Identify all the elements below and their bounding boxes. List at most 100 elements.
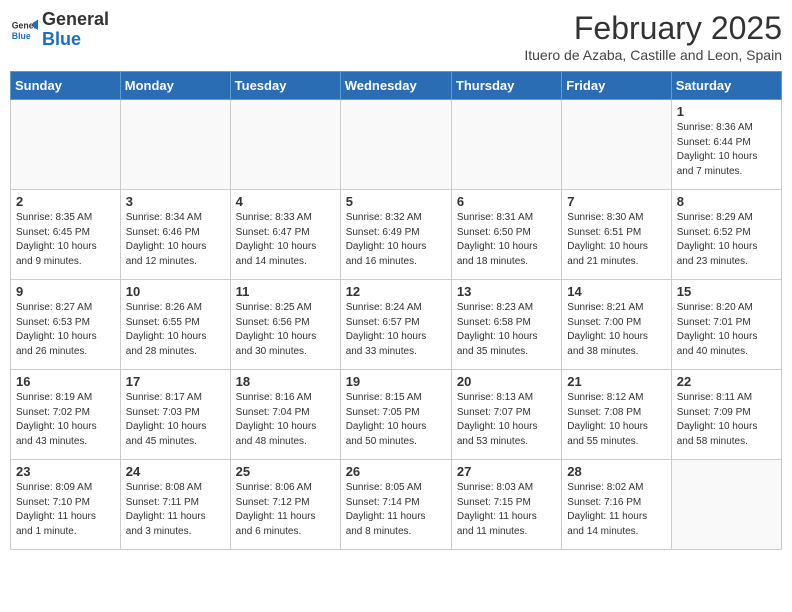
calendar-cell: 11 Sunrise: 8:25 AM Sunset: 6:56 PM Dayli…	[230, 280, 340, 370]
day-number: 21	[567, 374, 665, 389]
calendar-week-row: 1 Sunrise: 8:36 AM Sunset: 6:44 PM Daylig…	[11, 100, 782, 190]
calendar-day-header: Sunday	[11, 72, 121, 100]
day-info: Sunrise: 8:23 AM Sunset: 6:58 PM Dayligh…	[457, 301, 556, 359]
page-header: General Blue General Blue February 2025 …	[10, 10, 782, 63]
calendar-week-row: 2 Sunrise: 8:35 AM Sunset: 6:45 PM Daylig…	[11, 190, 782, 280]
location: Ituero de Azaba, Castille and Leon, Spai…	[524, 47, 782, 63]
day-info: Sunrise: 8:31 AM Sunset: 6:50 PM Dayligh…	[457, 211, 556, 269]
calendar-cell: 1 Sunrise: 8:36 AM Sunset: 6:44 PM Daylig…	[671, 100, 781, 190]
day-info: Sunrise: 8:32 AM Sunset: 6:49 PM Dayligh…	[346, 211, 446, 269]
calendar-cell: 5 Sunrise: 8:32 AM Sunset: 6:49 PM Daylig…	[340, 190, 451, 280]
day-number: 23	[16, 464, 115, 479]
day-info: Sunrise: 8:13 AM Sunset: 7:07 PM Dayligh…	[457, 391, 556, 449]
day-number: 9	[16, 284, 115, 299]
day-number: 3	[126, 194, 225, 209]
logo-icon: General Blue	[10, 16, 38, 44]
day-info: Sunrise: 8:03 AM Sunset: 7:15 PM Dayligh…	[457, 481, 556, 539]
day-info: Sunrise: 8:05 AM Sunset: 7:14 PM Dayligh…	[346, 481, 446, 539]
calendar-table: SundayMondayTuesdayWednesdayThursdayFrid…	[10, 71, 782, 550]
day-info: Sunrise: 8:06 AM Sunset: 7:12 PM Dayligh…	[236, 481, 335, 539]
svg-text:Blue: Blue	[12, 31, 31, 41]
day-info: Sunrise: 8:27 AM Sunset: 6:53 PM Dayligh…	[16, 301, 115, 359]
day-info: Sunrise: 8:02 AM Sunset: 7:16 PM Dayligh…	[567, 481, 665, 539]
logo-blue: Blue	[42, 29, 81, 49]
calendar-day-header: Tuesday	[230, 72, 340, 100]
day-number: 20	[457, 374, 556, 389]
calendar-cell: 10 Sunrise: 8:26 AM Sunset: 6:55 PM Dayli…	[120, 280, 230, 370]
calendar-week-row: 16 Sunrise: 8:19 AM Sunset: 7:02 PM Dayli…	[11, 370, 782, 460]
day-info: Sunrise: 8:19 AM Sunset: 7:02 PM Dayligh…	[16, 391, 115, 449]
day-number: 16	[16, 374, 115, 389]
calendar-cell	[120, 100, 230, 190]
calendar-cell: 23Sunrise: 8:09 AM Sunset: 7:10 PM Dayli…	[11, 460, 121, 550]
calendar-cell: 8 Sunrise: 8:29 AM Sunset: 6:52 PM Daylig…	[671, 190, 781, 280]
calendar-cell: 15 Sunrise: 8:20 AM Sunset: 7:01 PM Dayli…	[671, 280, 781, 370]
day-info: Sunrise: 8:20 AM Sunset: 7:01 PM Dayligh…	[677, 301, 776, 359]
calendar-day-header: Thursday	[451, 72, 561, 100]
calendar-cell: 14Sunrise: 8:21 AM Sunset: 7:00 PM Dayli…	[562, 280, 671, 370]
day-number: 14	[567, 284, 665, 299]
day-info: Sunrise: 8:15 AM Sunset: 7:05 PM Dayligh…	[346, 391, 446, 449]
day-number: 2	[16, 194, 115, 209]
calendar-week-row: 9 Sunrise: 8:27 AM Sunset: 6:53 PM Daylig…	[11, 280, 782, 370]
day-info: Sunrise: 8:16 AM Sunset: 7:04 PM Dayligh…	[236, 391, 335, 449]
day-info: Sunrise: 8:26 AM Sunset: 6:55 PM Dayligh…	[126, 301, 225, 359]
day-number: 26	[346, 464, 446, 479]
day-info: Sunrise: 8:12 AM Sunset: 7:08 PM Dayligh…	[567, 391, 665, 449]
day-info: Sunrise: 8:24 AM Sunset: 6:57 PM Dayligh…	[346, 301, 446, 359]
calendar-cell	[340, 100, 451, 190]
calendar-cell	[562, 100, 671, 190]
calendar-cell: 13 Sunrise: 8:23 AM Sunset: 6:58 PM Dayli…	[451, 280, 561, 370]
calendar-day-header: Monday	[120, 72, 230, 100]
calendar-cell: 25 Sunrise: 8:06 AM Sunset: 7:12 PM Dayli…	[230, 460, 340, 550]
day-number: 7	[567, 194, 665, 209]
day-number: 13	[457, 284, 556, 299]
calendar-day-header: Friday	[562, 72, 671, 100]
day-number: 6	[457, 194, 556, 209]
day-number: 11	[236, 284, 335, 299]
calendar-cell: 12 Sunrise: 8:24 AM Sunset: 6:57 PM Dayli…	[340, 280, 451, 370]
calendar-cell	[230, 100, 340, 190]
calendar-cell: 18 Sunrise: 8:16 AM Sunset: 7:04 PM Dayli…	[230, 370, 340, 460]
day-number: 15	[677, 284, 776, 299]
calendar-cell: 28Sunrise: 8:02 AM Sunset: 7:16 PM Dayli…	[562, 460, 671, 550]
day-info: Sunrise: 8:29 AM Sunset: 6:52 PM Dayligh…	[677, 211, 776, 269]
day-number: 1	[677, 104, 776, 119]
calendar-cell: 24 Sunrise: 8:08 AM Sunset: 7:11 PM Dayli…	[120, 460, 230, 550]
logo-general: General	[42, 9, 109, 29]
calendar-cell: 7 Sunrise: 8:30 AM Sunset: 6:51 PM Daylig…	[562, 190, 671, 280]
calendar-cell: 3Sunrise: 8:34 AM Sunset: 6:46 PM Daylig…	[120, 190, 230, 280]
calendar-cell: 22Sunrise: 8:11 AM Sunset: 7:09 PM Dayli…	[671, 370, 781, 460]
calendar-cell: 21 Sunrise: 8:12 AM Sunset: 7:08 PM Dayli…	[562, 370, 671, 460]
calendar-day-header: Wednesday	[340, 72, 451, 100]
calendar-week-row: 23Sunrise: 8:09 AM Sunset: 7:10 PM Dayli…	[11, 460, 782, 550]
day-number: 25	[236, 464, 335, 479]
day-info: Sunrise: 8:25 AM Sunset: 6:56 PM Dayligh…	[236, 301, 335, 359]
calendar-cell: 4Sunrise: 8:33 AM Sunset: 6:47 PM Daylig…	[230, 190, 340, 280]
day-number: 5	[346, 194, 446, 209]
calendar-day-header: Saturday	[671, 72, 781, 100]
logo: General Blue General Blue	[10, 10, 109, 50]
calendar-header-row: SundayMondayTuesdayWednesdayThursdayFrid…	[11, 72, 782, 100]
calendar-cell: 20 Sunrise: 8:13 AM Sunset: 7:07 PM Dayli…	[451, 370, 561, 460]
calendar-cell: 6 Sunrise: 8:31 AM Sunset: 6:50 PM Daylig…	[451, 190, 561, 280]
calendar-cell	[671, 460, 781, 550]
logo-text: General Blue	[42, 10, 109, 50]
day-number: 12	[346, 284, 446, 299]
day-info: Sunrise: 8:35 AM Sunset: 6:45 PM Dayligh…	[16, 211, 115, 269]
day-number: 22	[677, 374, 776, 389]
day-info: Sunrise: 8:08 AM Sunset: 7:11 PM Dayligh…	[126, 481, 225, 539]
day-info: Sunrise: 8:17 AM Sunset: 7:03 PM Dayligh…	[126, 391, 225, 449]
day-info: Sunrise: 8:36 AM Sunset: 6:44 PM Dayligh…	[677, 121, 776, 179]
calendar-cell: 2 Sunrise: 8:35 AM Sunset: 6:45 PM Daylig…	[11, 190, 121, 280]
calendar-cell	[11, 100, 121, 190]
calendar-cell: 16 Sunrise: 8:19 AM Sunset: 7:02 PM Dayli…	[11, 370, 121, 460]
day-number: 10	[126, 284, 225, 299]
day-info: Sunrise: 8:30 AM Sunset: 6:51 PM Dayligh…	[567, 211, 665, 269]
calendar-cell: 19Sunrise: 8:15 AM Sunset: 7:05 PM Dayli…	[340, 370, 451, 460]
day-number: 8	[677, 194, 776, 209]
calendar-cell: 9 Sunrise: 8:27 AM Sunset: 6:53 PM Daylig…	[11, 280, 121, 370]
calendar-cell	[451, 100, 561, 190]
day-number: 18	[236, 374, 335, 389]
day-number: 24	[126, 464, 225, 479]
